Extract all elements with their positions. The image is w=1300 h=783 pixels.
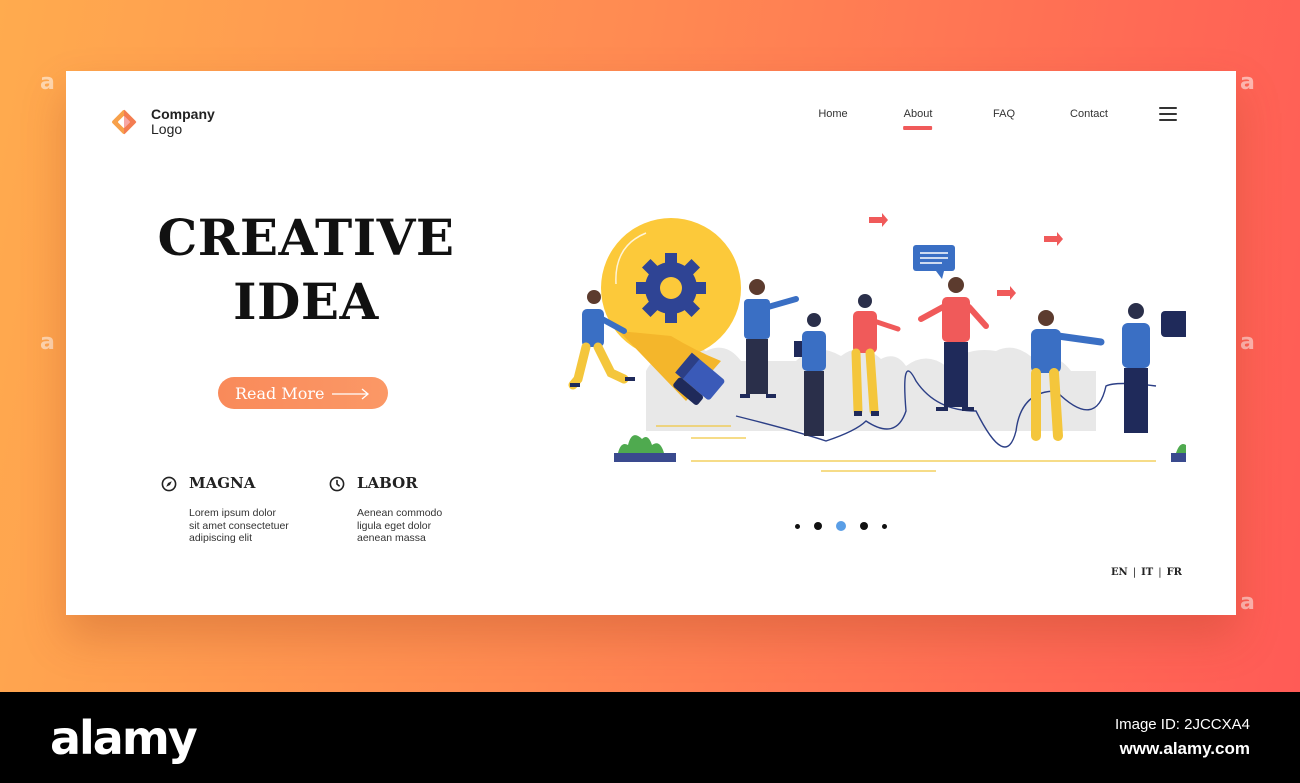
watermark-glyph: a (1240, 590, 1255, 615)
feature-line: Aenean commodo (357, 507, 443, 519)
slider-dot[interactable] (795, 523, 800, 529)
feature-line: Lorem ipsum dolor (189, 507, 276, 519)
slider-dot[interactable] (814, 522, 822, 530)
feature-line: adipiscing elit (189, 532, 253, 544)
separator: | (1158, 567, 1162, 578)
compass-icon (161, 476, 177, 497)
gradient-background: a a a a a Company Logo Home About FAQ Co… (0, 0, 1300, 692)
arrow-icons (869, 213, 1063, 300)
landing-page-card: Company Logo Home About FAQ Contact CREA… (66, 71, 1244, 615)
watermark-glyph: a (40, 70, 55, 95)
image-id-text: Image ID: 2JCCXA4 (1114, 716, 1250, 733)
feature-line: sit amet consectetuer (189, 519, 289, 532)
hero-title: CREATIVE IDEA (126, 206, 486, 334)
main-navigation: Home About FAQ Contact (66, 108, 1236, 132)
hamburger-menu-icon[interactable] (1159, 107, 1177, 123)
arrow-right-icon (332, 386, 370, 405)
slider-dot[interactable] (860, 522, 868, 530)
feature-line: ligula eget dolor (357, 519, 432, 532)
person-7 (1122, 303, 1199, 433)
bush-left (614, 435, 676, 462)
watermark-glyph: a (1240, 70, 1255, 95)
nav-home[interactable]: Home (818, 108, 847, 120)
nav-about[interactable]: About (904, 108, 933, 120)
feature-line: aenean massa (357, 532, 426, 544)
slider-dot[interactable] (882, 523, 887, 529)
speech-bubble-icon (913, 245, 955, 279)
clock-icon (329, 476, 345, 497)
slider-dot-active[interactable] (836, 521, 846, 531)
hero-title-line2: IDEA (233, 272, 379, 331)
alamy-logo: alamy (50, 711, 198, 765)
lang-it[interactable]: IT (1141, 567, 1153, 578)
watermark-glyph: a (40, 330, 55, 355)
feature-title: MAGNA (189, 474, 256, 492)
stock-url-text: www.alamy.com (1119, 739, 1250, 758)
plug-icon (1161, 311, 1199, 337)
nav-faq[interactable]: FAQ (993, 108, 1015, 120)
slider-pagination (795, 521, 901, 531)
creative-idea-illustration (496, 201, 1244, 486)
separator: | (1132, 567, 1137, 578)
read-more-button[interactable]: Read More (218, 377, 388, 409)
feature-title: LABOR (357, 474, 418, 492)
stock-watermark-bar: alamy Image ID: 2JCCXA4 www.alamy.com (0, 692, 1300, 783)
feature-description: Aenean commodo ligula eget dolor aenean … (357, 507, 487, 545)
lang-en[interactable]: EN (1111, 567, 1128, 578)
lang-fr[interactable]: FR (1167, 567, 1182, 578)
watermark-glyph: a (1240, 330, 1255, 355)
hero-title-line1: CREATIVE (157, 208, 455, 267)
nav-contact[interactable]: Contact (1070, 108, 1108, 120)
bush-right (1171, 435, 1233, 462)
read-more-label: Read More (235, 383, 325, 403)
language-switcher: EN | IT | FR (1111, 567, 1182, 578)
feature-description: Lorem ipsum dolor sit amet consectetuer … (189, 507, 319, 545)
